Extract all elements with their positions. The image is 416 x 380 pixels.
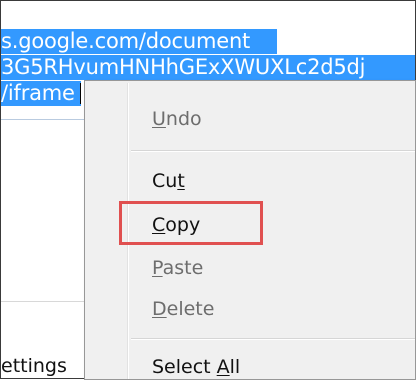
divider [1, 301, 85, 302]
menu-item-paste[interactable]: Paste [152, 257, 203, 279]
menu-item-delete-accesskey: D [152, 298, 167, 320]
menu-item-paste-accesskey: P [152, 257, 163, 279]
menu-item-undo[interactable]: Undo [152, 108, 202, 130]
copy-highlight-box [119, 201, 263, 245]
selected-text-line-2[interactable]: 3G5RHvumHNHhGExXWUXLc2d5dj [1, 55, 415, 80]
menu-item-paste-post: aste [162, 257, 204, 279]
menu-item-undo-accesskey: U [152, 108, 166, 130]
selected-text-line-1[interactable]: s.google.com/document [1, 29, 277, 54]
menu-item-cut-accesskey: t [177, 170, 185, 192]
menu-item-select-all-pre: Select [152, 356, 217, 378]
selected-text-line-3[interactable]: /iframe [1, 81, 81, 106]
menu-item-undo-post: ndo [165, 108, 202, 130]
menu-item-select-all-post: ll [229, 356, 241, 378]
settings-label[interactable]: ettings [1, 355, 67, 377]
menu-item-cut-pre: Cu [152, 170, 178, 192]
menu-item-cut[interactable]: Cut [152, 170, 185, 192]
text-caret [80, 83, 81, 104]
menu-item-select-all[interactable]: Select All [152, 356, 240, 378]
menu-separator [131, 338, 415, 340]
menu-separator [131, 150, 415, 152]
menu-item-delete-post: elete [166, 298, 215, 320]
menu-item-delete[interactable]: Delete [152, 298, 214, 320]
menu-item-select-all-accesskey: A [216, 356, 230, 378]
